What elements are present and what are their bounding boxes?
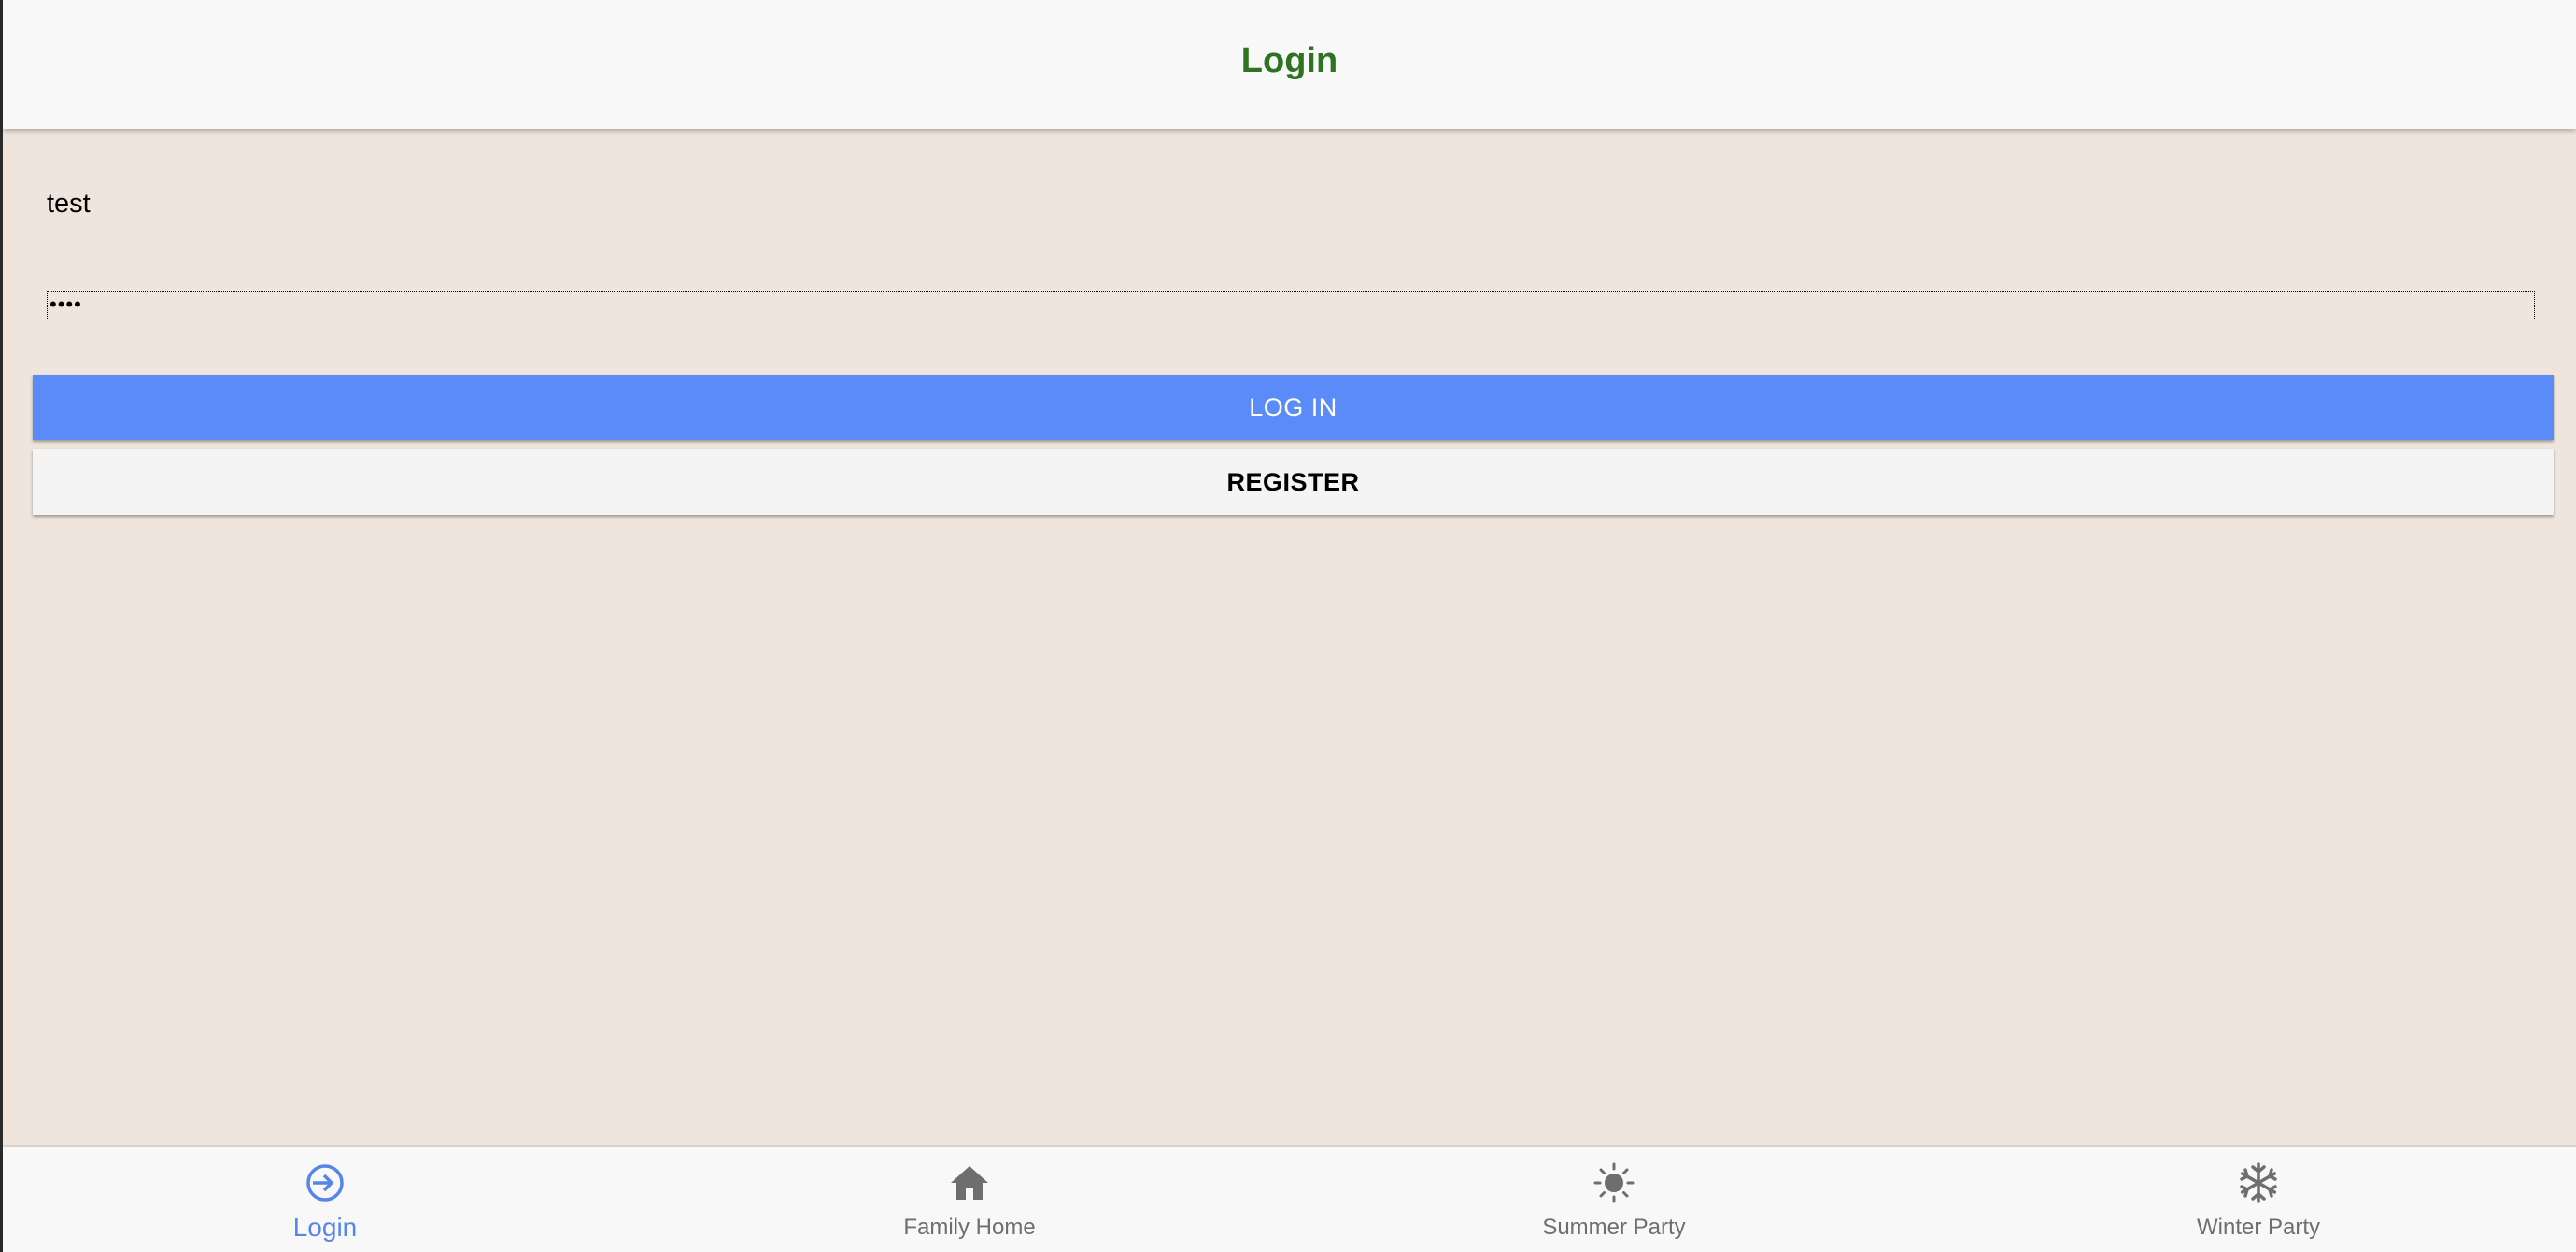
nav-item-summer-party[interactable]: Summer Party — [1292, 1147, 1936, 1252]
window-edge — [0, 0, 3, 1252]
login-icon — [306, 1164, 344, 1202]
page-title: Login — [1240, 40, 1338, 80]
username-input[interactable] — [47, 183, 2541, 224]
login-button[interactable]: LOG IN — [33, 375, 2554, 440]
nav-item-login[interactable]: Login — [3, 1147, 647, 1252]
nav-item-label: Summer Party — [1542, 1215, 1686, 1240]
nav-item-family-home[interactable]: Family Home — [647, 1147, 1292, 1252]
nav-item-label: Winter Party — [2196, 1215, 2321, 1240]
snowflake-icon — [2240, 1162, 2277, 1203]
home-icon — [951, 1166, 988, 1200]
bottom-navigation: Login Family Home Summer Party Winter Pa… — [3, 1145, 2576, 1252]
app-bar: Login — [3, 0, 2576, 129]
register-button[interactable]: REGISTER — [33, 449, 2554, 515]
nav-item-winter-party[interactable]: Winter Party — [1936, 1147, 2576, 1252]
password-field[interactable]: •••• — [47, 291, 2535, 320]
login-form: •••• LOG IN REGISTER — [3, 129, 2576, 1145]
nav-item-label: Family Home — [903, 1215, 1036, 1240]
nav-item-label: Login — [292, 1213, 358, 1242]
sun-icon — [1593, 1162, 1635, 1203]
